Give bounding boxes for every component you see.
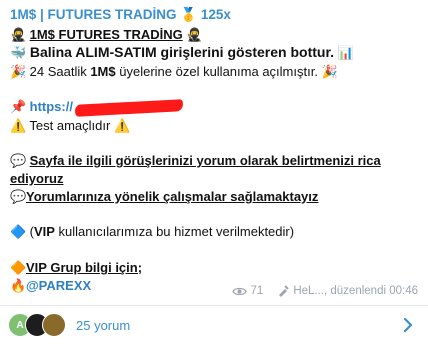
warning-icon: ⚠️ — [113, 118, 131, 133]
feedback-row: 💬 Sayfa ile ilgili görüşlerinizi yorum o… — [10, 152, 420, 169]
commenter-avatars: A — [8, 313, 74, 337]
ninja-icon: 🥷 — [186, 27, 203, 42]
whale-icon: 🐳 — [10, 45, 27, 60]
blue-diamond-icon: 🔷 — [10, 224, 27, 239]
eye-icon — [231, 287, 247, 295]
contact-link[interactable]: @PAREXX — [26, 278, 91, 293]
redaction-mark — [74, 98, 184, 117]
author-icon — [279, 285, 290, 297]
vip-info-row: 🔷 (VIP kullanıcılarımıza bu hizmet veril… — [10, 223, 420, 240]
edited-info: HeL..., düzenlendi 00:46 — [293, 285, 418, 297]
post-availability: 🎉 24 Saatlik 1M$ üyelerine özel kullanım… — [10, 63, 420, 80]
chevron-right-icon[interactable] — [400, 316, 416, 334]
fire-icon: 🔥 — [10, 278, 27, 293]
vip-post: kullanıcılarımıza bu hizmet verilmektedi… — [54, 224, 295, 239]
post-heading-text: 1M$ FUTURES TRADİNG — [29, 27, 183, 42]
warning-text: Test amaçlıdır — [29, 118, 111, 133]
feedback-row-cont: ediyoruz — [10, 170, 420, 187]
availability-post: üyelerine özel kullanıma açılmıştır. — [115, 64, 318, 79]
chart-icon: 📊 — [337, 45, 355, 60]
pin-icon: 📌 — [10, 99, 27, 114]
ninja-icon: 🥷 — [10, 27, 27, 42]
views-count: 71 — [250, 285, 264, 297]
orange-diamond-icon: 🔶 — [10, 260, 27, 275]
warning-row: ⚠️ Test amaçlıdır ⚠️ — [10, 117, 420, 134]
post-description-text: Balina ALIM-SATIM girişlerini gösteren b… — [29, 44, 335, 60]
avatar — [42, 313, 66, 337]
improve-text: Yorumlarınıza yönelik çalışmalar sağlama… — [26, 189, 319, 204]
comments-bar[interactable]: A 25 yorum — [0, 306, 428, 344]
post-description: 🐳 Balina ALIM-SATIM girişlerini gösteren… — [10, 44, 420, 61]
feedback-text-cont: ediyoruz — [10, 171, 64, 186]
post-link-row: 📌 https:// — [10, 98, 420, 117]
message-meta: 71 HeL..., düzenlendi 00:46 — [231, 285, 418, 297]
feedback-text: Sayfa ile ilgili görüşlerinizi yorum ola… — [29, 153, 381, 168]
party-icon: 🎉 — [10, 64, 27, 79]
improve-row: 💬Yorumlarınıza yönelik çalışmalar sağlam… — [10, 188, 420, 205]
speech-bubble-icon: 💬 — [10, 189, 27, 204]
post-heading: 🥷 1M$ FUTURES TRADİNG 🥷 — [10, 26, 420, 43]
vip-bold: VIP — [33, 224, 55, 239]
post-link[interactable]: https:// — [30, 99, 73, 114]
vip-group-text: VIP Grup bilgi için; — [26, 260, 143, 275]
vip-group-row: 🔶VIP Grup bilgi için; — [10, 259, 420, 276]
availability-bold: 1M$ — [90, 64, 116, 79]
warning-icon: ⚠️ — [10, 118, 27, 133]
channel-title: 1M$ | FUTURES TRADİNG 🥇 125x — [10, 7, 231, 22]
availability-pre: 24 Saatlik — [29, 64, 91, 79]
party-icon: 🎉 — [321, 64, 338, 79]
speech-bubble-icon: 💬 — [10, 153, 27, 168]
message-card: 1M$ | FUTURES TRADİNG 🥇 125x 🥷 1M$ FUTUR… — [0, 0, 428, 344]
comments-count-label[interactable]: 25 yorum — [76, 318, 130, 333]
